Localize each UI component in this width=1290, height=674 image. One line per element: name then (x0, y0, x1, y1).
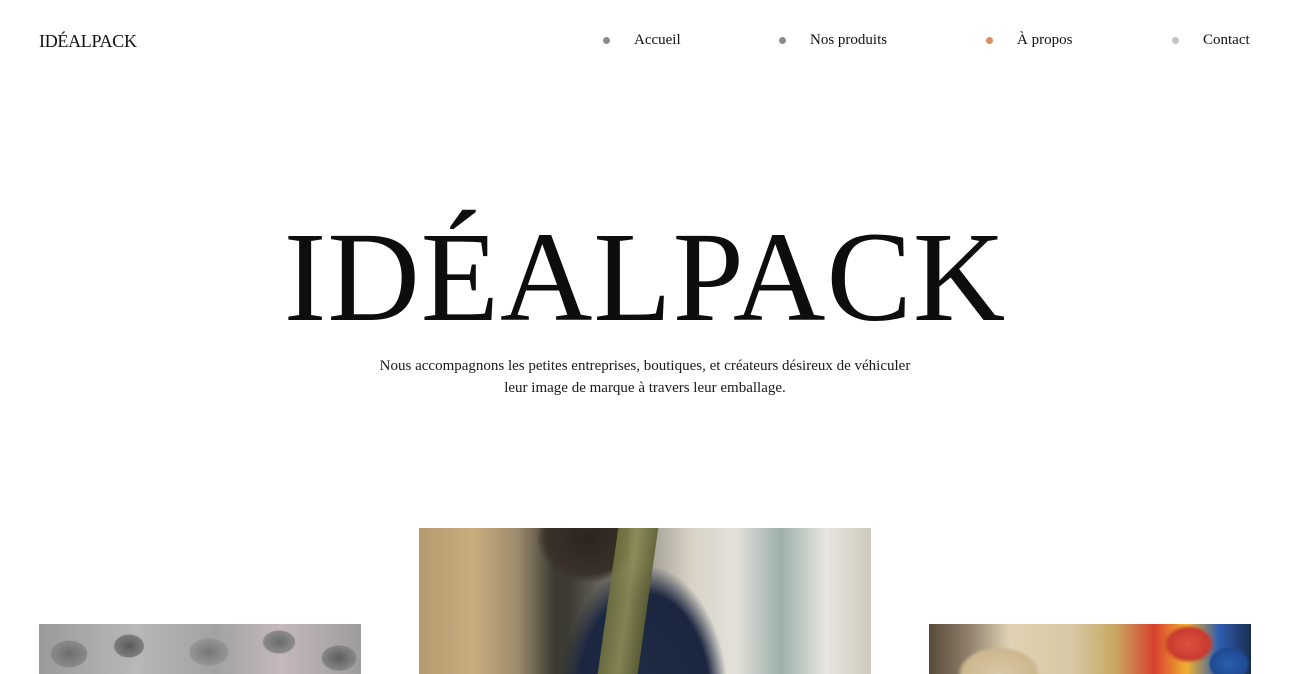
nav-dot-nos-produits (779, 37, 786, 44)
nav-dot-contact (1172, 37, 1179, 44)
nav-item-contact[interactable]: Contact (1172, 32, 1250, 49)
colorful-bags-photo (929, 624, 1251, 674)
hero-subtitle: Nous accompagnons les petites entreprise… (0, 355, 1290, 399)
page: IDÉALPACK Accueil Nos produits À propos … (0, 0, 1290, 674)
hero-subtitle-line-2: leur image de marque à travers leur emba… (504, 380, 786, 396)
hero-title: IDÉALPACK (283, 206, 1007, 348)
nav-label-a-propos: À propos (1017, 32, 1073, 48)
nav-item-a-propos[interactable]: À propos (986, 32, 1072, 49)
hero-subtitle-line-1: Nous accompagnons les petites entreprise… (379, 358, 911, 374)
nav-label-nos-produits: Nos produits (810, 32, 888, 48)
person-with-bag-photo (419, 528, 871, 674)
nav-label-accueil: Accueil (634, 32, 681, 48)
nav-item-accueil[interactable]: Accueil (603, 32, 681, 49)
nav-dot-a-propos (986, 37, 993, 44)
logo[interactable]: IDÉALPACK (39, 31, 137, 52)
flowers-photo (39, 624, 361, 674)
nav-item-nos-produits[interactable]: Nos produits (779, 32, 887, 49)
nav-dot-accueil (603, 37, 610, 44)
nav-label-contact: Contact (1203, 32, 1250, 48)
